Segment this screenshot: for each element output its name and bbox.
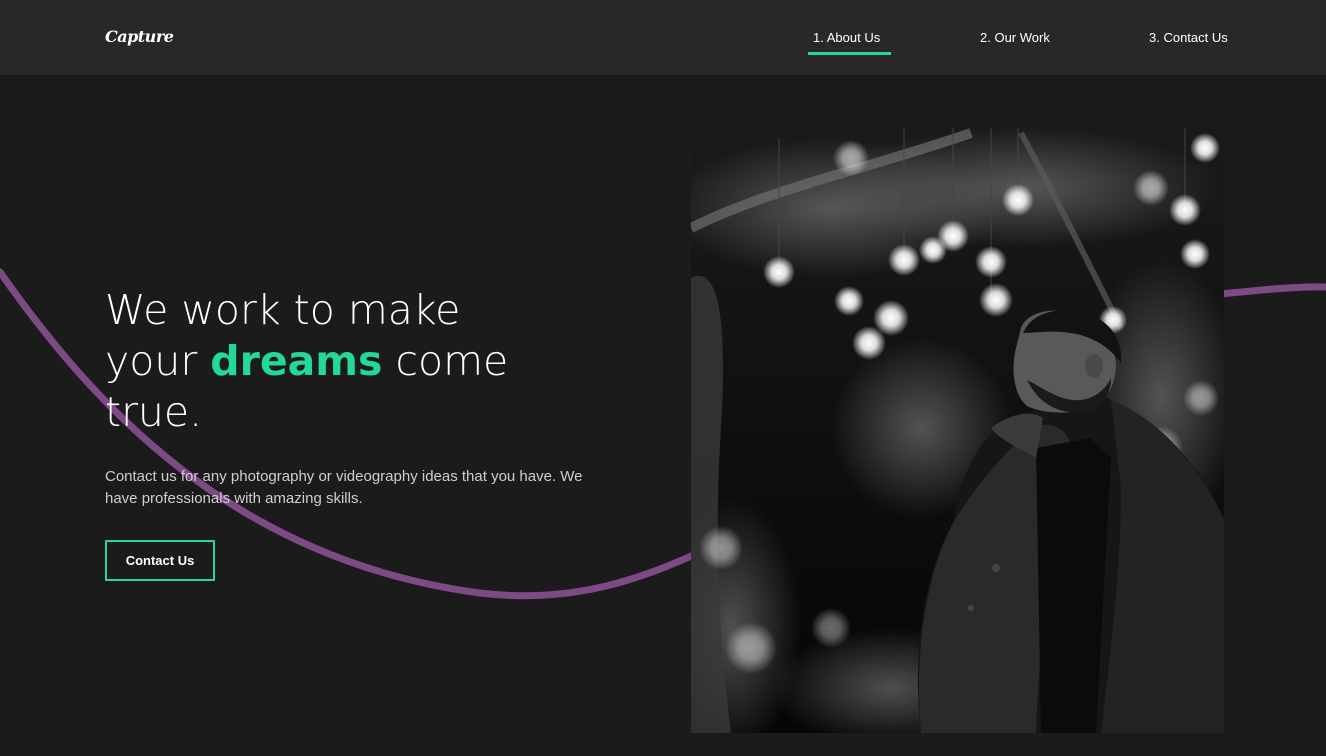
top-navbar: Capture 1. About Us 2. Our Work 3. Conta…: [0, 0, 1326, 75]
contact-us-button[interactable]: Contact Us: [105, 540, 215, 581]
nav-link-contact-us[interactable]: 3. Contact Us: [1149, 30, 1228, 45]
page: Capture 1. About Us 2. Our Work 3. Conta…: [0, 0, 1326, 756]
active-nav-indicator: [808, 52, 891, 55]
nav-link-about-us[interactable]: 1. About Us: [813, 30, 880, 45]
hero-description: Contact us for any photography or videog…: [105, 468, 583, 507]
logo[interactable]: Capture: [105, 27, 174, 46]
hero-headline: We work to make your dreams come true.: [105, 285, 525, 438]
headline-highlight: dreams: [210, 337, 383, 385]
hero-photo: [691, 128, 1224, 733]
nav-link-our-work[interactable]: 2. Our Work: [980, 30, 1050, 45]
